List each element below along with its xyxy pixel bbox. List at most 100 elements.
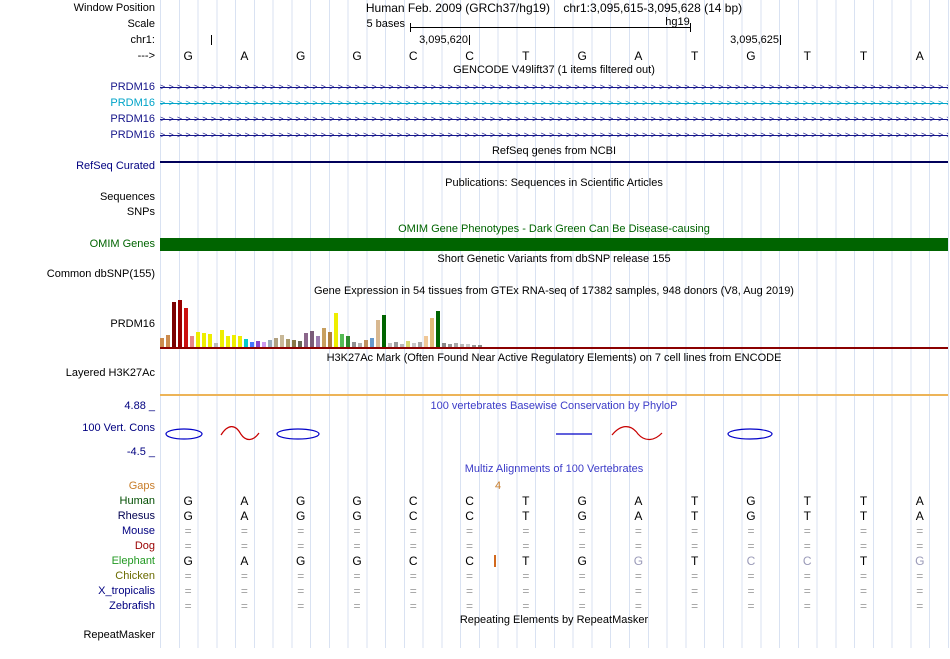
- gaps-label[interactable]: Gaps: [0, 480, 155, 493]
- gene-row[interactable]: PRDM16 >>>>>>>>>>>>>>>>>>>>>>>>>>>>>>>>>…: [0, 129, 950, 143]
- gene-arrows[interactable]: >>>>>>>>>>>>>>>>>>>>>>>>>>>>>>>>>>>>>>>>…: [160, 97, 948, 110]
- gtex-bar[interactable]: [304, 333, 308, 347]
- gene-row[interactable]: PRDM16 >>>>>>>>>>>>>>>>>>>>>>>>>>>>>>>>>…: [0, 97, 950, 111]
- gtex-bar[interactable]: [172, 302, 176, 347]
- species-label[interactable]: X_tropicalis: [0, 584, 155, 599]
- gtex-bar[interactable]: [166, 335, 170, 347]
- snps-label[interactable]: SNPs: [0, 206, 155, 219]
- gtex-bar[interactable]: [184, 308, 188, 347]
- phylop-loop: [276, 428, 320, 440]
- species-label[interactable]: Zebrafish: [0, 599, 155, 614]
- gtex-bar[interactable]: [424, 336, 428, 347]
- base-letter: =: [466, 569, 474, 583]
- conservation-label[interactable]: 100 Vert. Cons: [0, 422, 155, 435]
- window-position-title: Human Feb. 2009 (GRCh37/hg19) chr1:3,095…: [160, 2, 948, 15]
- gene-row[interactable]: PRDM16 >>>>>>>>>>>>>>>>>>>>>>>>>>>>>>>>>…: [0, 81, 950, 95]
- gtex-bar[interactable]: [436, 311, 440, 347]
- alignment-letters[interactable]: = = = = = = = = = = = = = =: [160, 539, 948, 554]
- alignment-row-x_tropicalis[interactable]: X_tropicalis = = = = = = = = = = = = = =: [0, 584, 950, 599]
- alignment-letters[interactable]: = = = = = = = = = = = = = =: [160, 569, 948, 584]
- base-letter: =: [803, 584, 811, 598]
- base-letter: =: [297, 539, 305, 553]
- alignment-row-dog[interactable]: Dog = = = = = = = = = = = = = =: [0, 539, 950, 554]
- alignment-letters[interactable]: GAGGCCTGGTCCTG: [160, 554, 948, 569]
- gene-arrows[interactable]: >>>>>>>>>>>>>>>>>>>>>>>>>>>>>>>>>>>>>>>>…: [160, 113, 948, 126]
- gene-arrows[interactable]: >>>>>>>>>>>>>>>>>>>>>>>>>>>>>>>>>>>>>>>>…: [160, 81, 948, 94]
- gtex-bar[interactable]: [226, 336, 230, 347]
- gtex-bar[interactable]: [376, 320, 380, 347]
- base-letter: =: [747, 584, 755, 598]
- gtex-bar[interactable]: [346, 336, 350, 347]
- base-letter: G: [746, 509, 756, 523]
- gene-label[interactable]: PRDM16: [0, 129, 155, 142]
- gtex-gene-label[interactable]: PRDM16: [0, 318, 155, 331]
- gtex-bar[interactable]: [340, 334, 344, 347]
- gtex-bar[interactable]: [160, 338, 164, 347]
- gtex-bar[interactable]: [178, 300, 182, 347]
- alignment-row-chicken[interactable]: Chicken = = = = = = = = = = = = = =: [0, 569, 950, 584]
- species-label[interactable]: Human: [0, 494, 155, 509]
- gtex-bar[interactable]: [280, 335, 284, 347]
- h3k27ac-label[interactable]: Layered H3K27Ac: [0, 367, 155, 380]
- gtex-bar[interactable]: [334, 313, 338, 347]
- scale-value: 5 bases: [366, 18, 405, 30]
- gene-label[interactable]: PRDM16: [0, 113, 155, 126]
- gene-arrows[interactable]: >>>>>>>>>>>>>>>>>>>>>>>>>>>>>>>>>>>>>>>>…: [160, 129, 948, 142]
- repeatmasker-label[interactable]: RepeatMasker: [0, 629, 155, 642]
- gtex-bar[interactable]: [286, 339, 290, 347]
- species-label[interactable]: Elephant: [0, 554, 155, 569]
- gtex-bar[interactable]: [322, 328, 326, 347]
- alignment-letters[interactable]: = = = = = = = = = = = = = =: [160, 584, 948, 599]
- gtex-bar[interactable]: [310, 331, 314, 347]
- gtex-bar[interactable]: [232, 335, 236, 347]
- base-letter: =: [353, 539, 361, 553]
- gtex-bar[interactable]: [364, 340, 368, 347]
- gtex-bar[interactable]: [382, 315, 386, 347]
- gtex-bar[interactable]: [238, 336, 242, 347]
- species-label[interactable]: Chicken: [0, 569, 155, 584]
- base-letter: =: [240, 524, 248, 538]
- species-label[interactable]: Mouse: [0, 524, 155, 539]
- alignment-row-elephant[interactable]: Elephant G A G G C C T G G T C C T G: [0, 554, 950, 569]
- base-letter: =: [240, 569, 248, 583]
- gtex-bar[interactable]: [268, 340, 272, 347]
- base-letter: =: [860, 599, 868, 613]
- alignment-letters[interactable]: GAGGCCTGATGTTA: [160, 494, 948, 509]
- gtex-bar[interactable]: [190, 336, 194, 347]
- species-label[interactable]: Dog: [0, 539, 155, 554]
- omim-gene-bar[interactable]: [160, 238, 948, 251]
- gtex-bar[interactable]: [328, 332, 332, 347]
- alignment-letters[interactable]: = = = = = = = = = = = = = =: [160, 524, 948, 539]
- gtex-bar[interactable]: [244, 339, 248, 347]
- conservation-plot[interactable]: [160, 412, 948, 456]
- gtex-bar[interactable]: [316, 336, 320, 347]
- gtex-bar[interactable]: [208, 334, 212, 347]
- alignment-row-zebrafish[interactable]: Zebrafish = = = = = = = = = = = = = =: [0, 599, 950, 614]
- gene-row[interactable]: PRDM16 >>>>>>>>>>>>>>>>>>>>>>>>>>>>>>>>>…: [0, 113, 950, 127]
- gtex-bar[interactable]: [220, 330, 224, 347]
- gtex-bar[interactable]: [370, 338, 374, 347]
- gtex-bar[interactable]: [196, 332, 200, 347]
- common-dbsnp-label[interactable]: Common dbSNP(155): [0, 268, 155, 281]
- base-letter: =: [466, 599, 474, 613]
- alignment-letters[interactable]: GAGGCCTGATGTTA: [160, 509, 948, 524]
- gtex-bar[interactable]: [292, 340, 296, 347]
- gene-label[interactable]: PRDM16: [0, 81, 155, 94]
- gtex-bars[interactable]: [160, 300, 520, 347]
- gtex-bar[interactable]: [430, 318, 434, 347]
- alignment-row-rhesus[interactable]: Rhesus G A G G C C T G A T G T T A: [0, 509, 950, 524]
- alignment-row-mouse[interactable]: Mouse = = = = = = = = = = = = = =: [0, 524, 950, 539]
- species-label[interactable]: Rhesus: [0, 509, 155, 524]
- refseq-curated-label[interactable]: RefSeq Curated: [0, 160, 155, 173]
- gtex-bar[interactable]: [274, 338, 278, 347]
- h3k27ac-signal-line[interactable]: [160, 394, 948, 396]
- omim-genes-label[interactable]: OMIM Genes: [0, 238, 155, 251]
- gtex-bar[interactable]: [202, 333, 206, 347]
- sequences-label[interactable]: Sequences: [0, 191, 155, 204]
- gene-label[interactable]: PRDM16: [0, 97, 155, 110]
- gtex-baseline[interactable]: [160, 347, 948, 349]
- refseq-gene-line[interactable]: [160, 161, 948, 163]
- alignment-row-human[interactable]: Human G A G G C C T G A T G T T A: [0, 494, 950, 509]
- base-letter: C: [465, 49, 474, 63]
- alignment-letters[interactable]: = = = = = = = = = = = = = =: [160, 599, 948, 614]
